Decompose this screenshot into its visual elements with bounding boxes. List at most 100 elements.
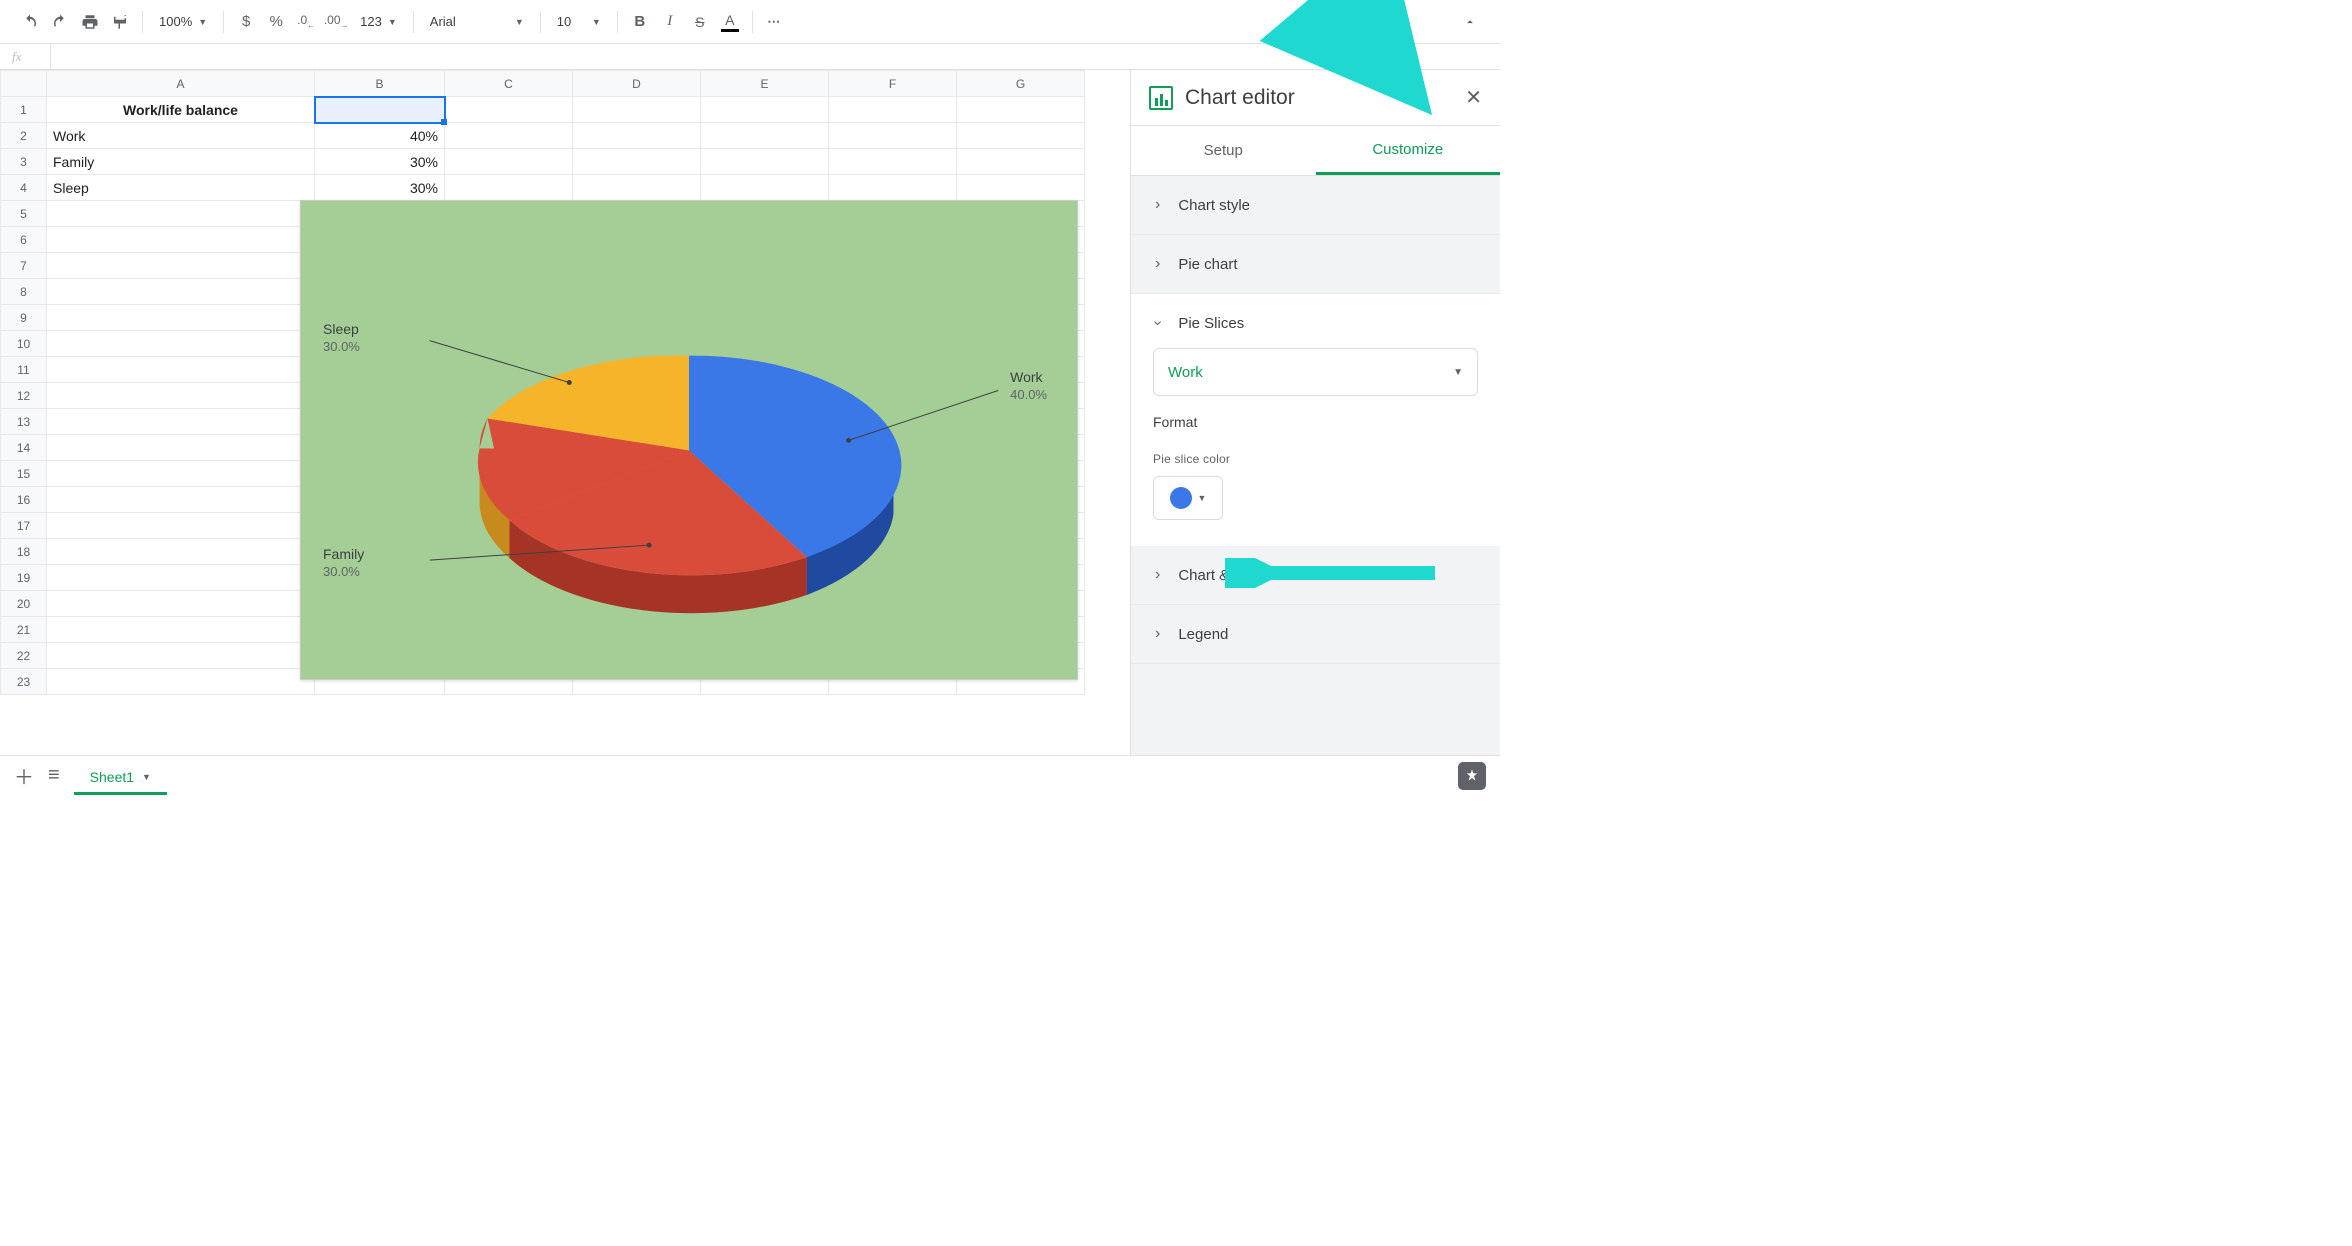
- cell[interactable]: [957, 123, 1085, 149]
- cell[interactable]: [829, 149, 957, 175]
- section-chart-style[interactable]: › Chart style: [1131, 176, 1500, 235]
- row-header[interactable]: 23: [1, 669, 47, 695]
- row-header[interactable]: 11: [1, 357, 47, 383]
- row-header[interactable]: 17: [1, 513, 47, 539]
- row-header[interactable]: 5: [1, 201, 47, 227]
- more-toolbar-button[interactable]: ⋯: [761, 8, 789, 36]
- cell[interactable]: [445, 149, 573, 175]
- row-header[interactable]: 10: [1, 331, 47, 357]
- collapse-toolbar-button[interactable]: [1456, 8, 1484, 36]
- row-header[interactable]: 6: [1, 227, 47, 253]
- row-header[interactable]: 14: [1, 435, 47, 461]
- cell[interactable]: [47, 539, 315, 565]
- row-header[interactable]: 20: [1, 591, 47, 617]
- cell[interactable]: [573, 123, 701, 149]
- bold-button[interactable]: B: [626, 8, 654, 36]
- all-sheets-button[interactable]: ≡: [48, 764, 60, 787]
- column-header[interactable]: G: [957, 71, 1085, 97]
- cell[interactable]: Sleep: [47, 175, 315, 201]
- row-header[interactable]: 19: [1, 565, 47, 591]
- row-header[interactable]: 13: [1, 409, 47, 435]
- cell[interactable]: [445, 123, 573, 149]
- cell[interactable]: [829, 175, 957, 201]
- cell[interactable]: [47, 305, 315, 331]
- cell[interactable]: [445, 97, 573, 123]
- tab-setup[interactable]: Setup: [1131, 126, 1316, 175]
- paint-format-button[interactable]: [106, 8, 134, 36]
- cell[interactable]: [47, 513, 315, 539]
- cell[interactable]: [47, 643, 315, 669]
- cell[interactable]: [47, 201, 315, 227]
- cell[interactable]: [829, 97, 957, 123]
- section-legend[interactable]: › Legend: [1131, 605, 1500, 664]
- cell[interactable]: [47, 669, 315, 695]
- cell[interactable]: Work/life balance: [47, 97, 315, 123]
- print-button[interactable]: [76, 8, 104, 36]
- section-pie-chart[interactable]: › Pie chart: [1131, 235, 1500, 294]
- strikethrough-button[interactable]: S: [686, 8, 714, 36]
- column-header[interactable]: F: [829, 71, 957, 97]
- cell[interactable]: [701, 97, 829, 123]
- explore-button[interactable]: [1458, 762, 1486, 790]
- spreadsheet-grid[interactable]: ABCDEFG1Work/life balance2Work40%3Family…: [0, 70, 1130, 755]
- number-format-dropdown[interactable]: 123▼: [352, 8, 405, 36]
- cell[interactable]: [47, 435, 315, 461]
- cell[interactable]: [47, 409, 315, 435]
- cell[interactable]: [47, 383, 315, 409]
- column-header[interactable]: B: [315, 71, 445, 97]
- percent-button[interactable]: %: [262, 8, 290, 36]
- cell[interactable]: [573, 175, 701, 201]
- cell[interactable]: [957, 97, 1085, 123]
- cell[interactable]: 40%: [315, 123, 445, 149]
- row-header[interactable]: 8: [1, 279, 47, 305]
- column-header[interactable]: A: [47, 71, 315, 97]
- redo-button[interactable]: [46, 8, 74, 36]
- add-sheet-button[interactable]: ＋: [14, 761, 34, 790]
- cell[interactable]: [47, 591, 315, 617]
- cell[interactable]: [701, 149, 829, 175]
- tab-customize[interactable]: Customize: [1316, 126, 1501, 175]
- decrease-decimal-button[interactable]: .0←: [292, 8, 320, 36]
- cell[interactable]: [315, 97, 445, 123]
- cell[interactable]: [957, 149, 1085, 175]
- cell[interactable]: [701, 123, 829, 149]
- cell[interactable]: [47, 565, 315, 591]
- row-header[interactable]: 18: [1, 539, 47, 565]
- increase-decimal-button[interactable]: .00→: [322, 8, 350, 36]
- row-header[interactable]: 7: [1, 253, 47, 279]
- slice-select[interactable]: Work ▼: [1153, 348, 1478, 396]
- cell[interactable]: [47, 487, 315, 513]
- cell[interactable]: [573, 97, 701, 123]
- font-dropdown[interactable]: Arial▼: [422, 8, 532, 36]
- cell[interactable]: [701, 175, 829, 201]
- italic-button[interactable]: I: [656, 8, 684, 36]
- column-header[interactable]: C: [445, 71, 573, 97]
- cell[interactable]: [957, 175, 1085, 201]
- cell[interactable]: [47, 461, 315, 487]
- row-header[interactable]: 4: [1, 175, 47, 201]
- section-pie-slices[interactable]: › Pie Slices: [1131, 294, 1500, 344]
- row-header[interactable]: 16: [1, 487, 47, 513]
- sheet-tab[interactable]: Sheet1 ▼: [74, 756, 167, 795]
- row-header[interactable]: 2: [1, 123, 47, 149]
- slice-color-picker[interactable]: ▼: [1153, 476, 1223, 520]
- cell[interactable]: [47, 357, 315, 383]
- cell[interactable]: 30%: [315, 149, 445, 175]
- pie-chart[interactable]: Work40.0% Family30.0% Sleep30.0%: [300, 200, 1078, 680]
- cell[interactable]: [445, 175, 573, 201]
- text-color-button[interactable]: A: [716, 8, 744, 36]
- undo-button[interactable]: [16, 8, 44, 36]
- row-header[interactable]: 21: [1, 617, 47, 643]
- cell[interactable]: [573, 149, 701, 175]
- formula-input[interactable]: [59, 44, 1500, 69]
- cell[interactable]: [829, 123, 957, 149]
- column-header[interactable]: E: [701, 71, 829, 97]
- row-header[interactable]: 9: [1, 305, 47, 331]
- fontsize-dropdown[interactable]: 10▼: [549, 8, 609, 36]
- row-header[interactable]: 3: [1, 149, 47, 175]
- row-header[interactable]: 12: [1, 383, 47, 409]
- cell[interactable]: Family: [47, 149, 315, 175]
- zoom-dropdown[interactable]: 100%▼: [151, 8, 215, 36]
- close-panel-button[interactable]: ✕: [1465, 85, 1482, 110]
- cell[interactable]: [47, 253, 315, 279]
